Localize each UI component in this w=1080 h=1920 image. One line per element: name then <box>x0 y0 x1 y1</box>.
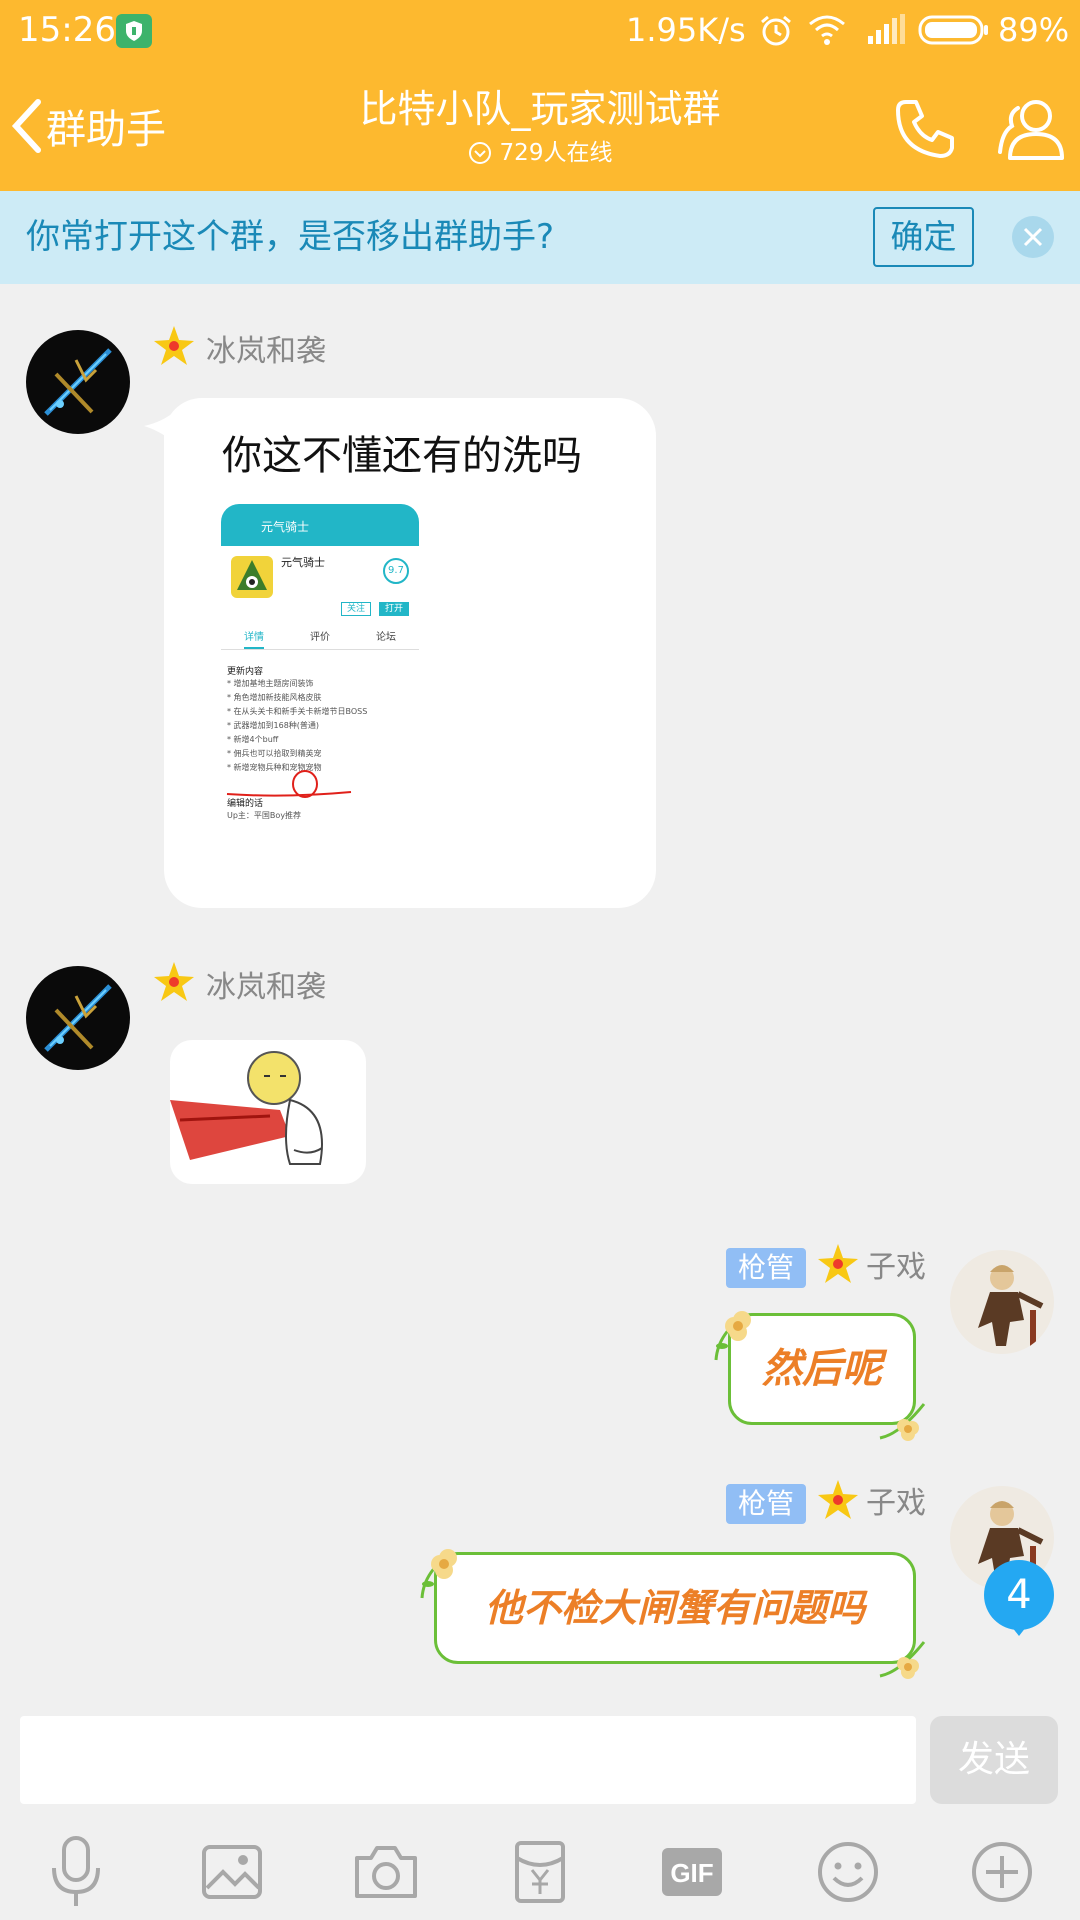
status-time: 15:26 <box>18 10 116 50</box>
emoji-icon[interactable] <box>808 1836 888 1908</box>
star-icon <box>818 1480 858 1519</box>
phone-icon[interactable] <box>892 96 958 162</box>
attached-screenshot[interactable]: 元气骑士 元气骑士 9.7 关注 打开 详情 评价 论坛 更新内容 * 增加基地… <box>221 504 419 854</box>
online-icon <box>468 142 491 164</box>
back-button[interactable]: 群助手 <box>10 92 166 160</box>
shot-follow: 关注 <box>341 602 371 616</box>
back-label: 群助手 <box>46 107 166 153</box>
shield-icon <box>116 14 152 48</box>
wifi-icon <box>809 15 845 45</box>
gif-icon[interactable]: GIF <box>652 1836 732 1908</box>
online-count: 729人在线 <box>380 136 700 170</box>
unread-badge[interactable]: 4 <box>984 1560 1054 1630</box>
sender-name: 冰岚和袭 <box>206 970 326 1005</box>
shot-tab: 评价 <box>310 632 330 643</box>
flower-decoration-icon <box>420 1549 457 1599</box>
alarm-icon <box>761 15 791 46</box>
shot-app-name: 元气骑士 <box>281 556 325 569</box>
message-bubble[interactable]: 他不检大闸蟹有问题吗 <box>434 1552 916 1664</box>
shot-tab: 详情 <box>244 628 264 649</box>
shot-tab: 论坛 <box>376 632 396 643</box>
shot-open: 打开 <box>379 602 409 616</box>
shot-app-bar-title: 元气骑士 <box>261 520 310 534</box>
title-bar: 15:26 1.95K/s 89% 群助手 比特小队_玩家测试群 729人在线 <box>0 0 1080 191</box>
banner-text: 你常打开这个群，是否移出群助手? <box>26 217 555 257</box>
shot-line: * 武器增加到168种(普通) <box>227 721 320 730</box>
online-text: 729人在线 <box>499 140 613 166</box>
shot-line: * 增加基地主题房间装饰 <box>227 679 314 688</box>
close-icon[interactable] <box>1012 216 1054 258</box>
shot-line: * 新增4个buff <box>227 735 279 744</box>
status-bar: 15:26 1.95K/s 89% <box>0 0 1080 60</box>
shot-heading: 更新内容 <box>227 667 264 677</box>
shot-line: * 角色增加新技能风格皮肤 <box>227 693 322 702</box>
flower-decoration-icon <box>714 1311 751 1361</box>
avatar[interactable] <box>26 966 130 1070</box>
group-title: 比特小队_玩家测试群 <box>359 87 721 131</box>
role-tag: 枪管 <box>726 1248 807 1288</box>
shot-line: * 佣兵也可以拾取到精英宠 <box>227 749 322 758</box>
microphone-icon[interactable] <box>36 1836 116 1908</box>
send-button[interactable]: 发送 <box>930 1716 1058 1804</box>
network-speed: 1.95K/s <box>626 11 746 49</box>
message-text: 你这不懂还有的洗吗 <box>222 433 582 479</box>
back-chevron-icon <box>11 99 41 153</box>
flower-decoration-icon <box>879 1403 926 1441</box>
shot-editor-line: Up主：平国Boy推荐 <box>227 811 302 820</box>
gif-label: GIF <box>670 1858 713 1888</box>
star-icon <box>154 962 194 1001</box>
avatar[interactable] <box>950 1250 1054 1354</box>
shot-score: 9.7 <box>383 558 409 584</box>
shot-line: * 在从头关卡和新手关卡新增节日BOSS <box>227 707 368 716</box>
sticker-image[interactable] <box>170 1040 366 1184</box>
message-input[interactable] <box>20 1716 916 1804</box>
signal-icon <box>868 14 905 44</box>
role-tag: 枪管 <box>726 1484 807 1524</box>
shot-tabs: 详情 评价 论坛 <box>221 628 419 650</box>
avatar[interactable] <box>26 330 130 434</box>
badge-tail-icon <box>1008 1622 1030 1636</box>
members-icon[interactable] <box>996 96 1068 162</box>
shot-app-bar: 元气骑士 <box>221 504 419 546</box>
sender-name: 冰岚和袭 <box>206 334 326 369</box>
star-icon <box>154 326 194 365</box>
app-icon <box>231 556 273 598</box>
battery-icon <box>918 15 988 45</box>
plus-icon[interactable] <box>962 1836 1042 1908</box>
image-icon[interactable] <box>192 1836 272 1908</box>
sender-name: 子戏 <box>866 1250 926 1285</box>
star-icon <box>818 1244 858 1283</box>
red-packet-icon[interactable] <box>500 1836 580 1908</box>
flower-decoration-icon <box>879 1641 926 1679</box>
battery-percent: 89% <box>998 11 1070 49</box>
red-annotation <box>226 770 352 798</box>
camera-icon[interactable] <box>346 1836 426 1908</box>
sender-name: 子戏 <box>866 1486 926 1521</box>
confirm-button[interactable]: 确定 <box>873 207 974 267</box>
